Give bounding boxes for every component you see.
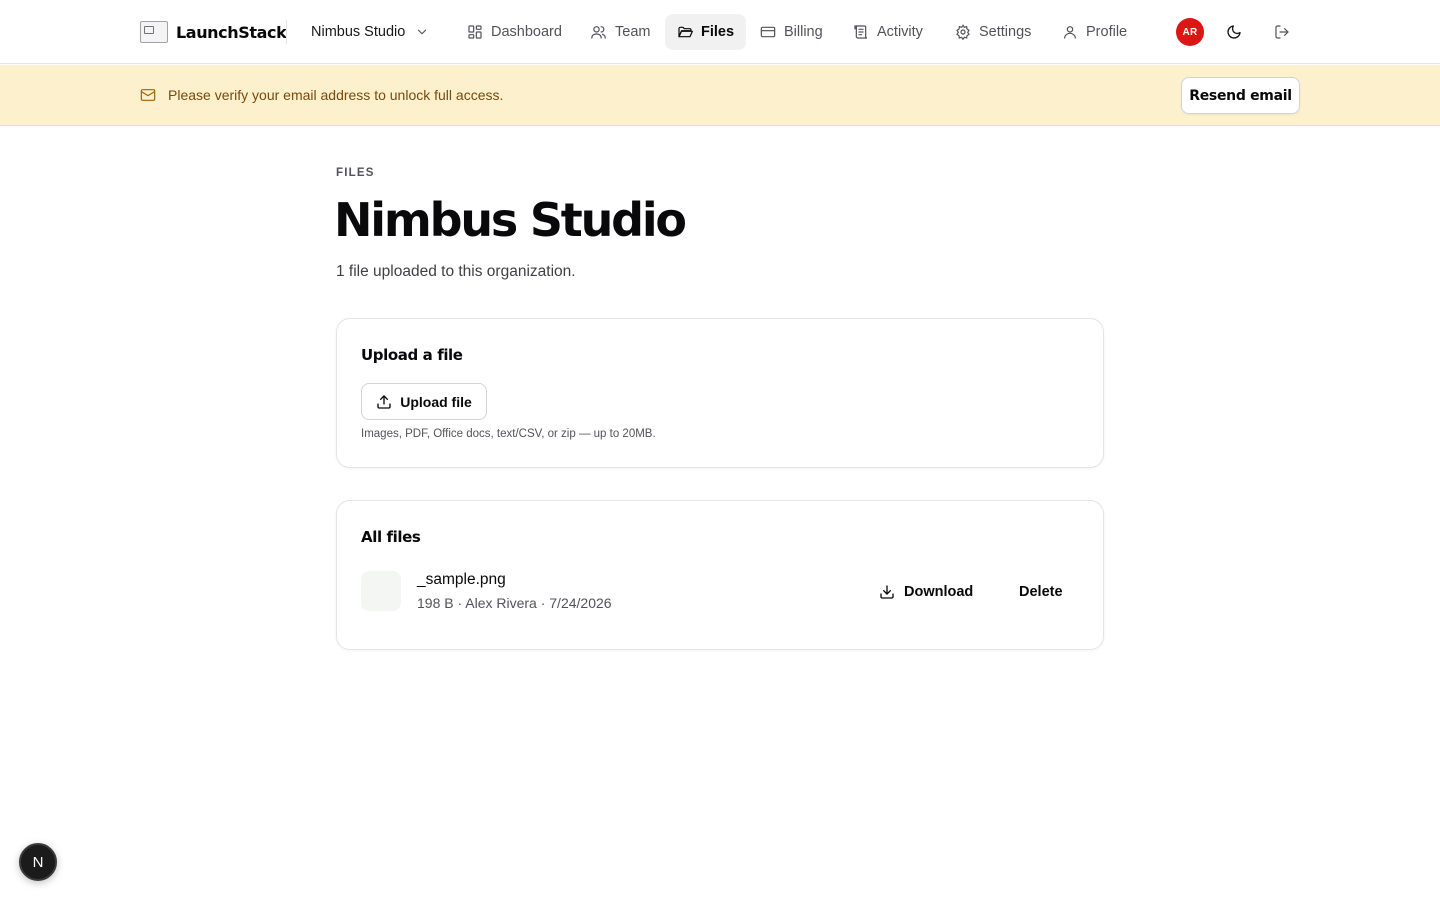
upload-icon <box>377 394 391 409</box>
folder-icon <box>678 26 693 38</box>
nav-billing-label: Billing <box>784 24 823 40</box>
logout-button[interactable] <box>1270 20 1294 44</box>
logout-icon <box>1275 25 1289 39</box>
download-icon <box>880 585 894 599</box>
banner-message: Please verify your email address to unlo… <box>168 87 504 103</box>
banner-message-row: Please verify your email address to unlo… <box>140 87 503 103</box>
credit-card-icon <box>760 26 776 38</box>
nav-profile-label: Profile <box>1086 24 1128 40</box>
top-navbar: LaunchStack Nimbus Studio Dashboard Team… <box>0 0 1440 64</box>
org-switcher-label: Nimbus Studio <box>311 24 406 40</box>
file-name: _sample.png <box>417 571 506 588</box>
page-title: Nimbus Studio <box>334 193 687 247</box>
email-verification-banner: Please verify your email address to unlo… <box>0 65 1440 126</box>
user-icon <box>1064 26 1076 39</box>
broken-logo-image-icon <box>140 21 168 43</box>
header-divider <box>286 20 287 44</box>
nav-settings-label: Settings <box>979 24 1032 40</box>
download-button-label: Download <box>904 584 974 600</box>
nav-team[interactable]: Team <box>578 14 662 50</box>
brand-name: LaunchStack <box>176 22 287 42</box>
upload-card-title: Upload a file <box>361 346 463 364</box>
mail-icon <box>140 89 156 101</box>
upload-file-button[interactable]: Upload file <box>361 383 487 420</box>
nav-files-label: Files <box>701 24 735 40</box>
theme-toggle-button[interactable] <box>1222 20 1246 44</box>
user-avatar[interactable]: AR <box>1176 18 1204 46</box>
activity-log-icon <box>854 25 868 39</box>
nav-settings[interactable]: Settings <box>943 14 1043 50</box>
org-switcher[interactable]: Nimbus Studio <box>311 20 429 44</box>
page-eyebrow: FILES <box>336 167 375 179</box>
dashboard-icon <box>468 25 482 39</box>
download-button[interactable]: Download <box>867 577 985 607</box>
file-meta: 198 B · Alex Rivera · 7/24/2026 <box>417 595 612 611</box>
nextjs-dev-badge[interactable]: N <box>19 843 57 881</box>
file-thumbnail <box>361 571 401 611</box>
users-icon <box>591 26 606 39</box>
nav-activity[interactable]: Activity <box>841 14 935 50</box>
nav-files[interactable]: Files <box>665 14 747 50</box>
nav-billing[interactable]: Billing <box>748 14 835 50</box>
brand-logo-link[interactable]: LaunchStack <box>140 18 287 46</box>
files-card: All files _sample.png 198 B · Alex River… <box>336 500 1104 650</box>
upload-card: Upload a file Upload file Images, PDF, O… <box>336 318 1104 468</box>
nav-dashboard-label: Dashboard <box>491 24 562 40</box>
upload-hint: Images, PDF, Office docs, text/CSV, or z… <box>361 428 656 440</box>
delete-button[interactable]: Delete <box>1007 577 1075 607</box>
page-subtitle: 1 file uploaded to this organization. <box>336 263 576 280</box>
files-card-title: All files <box>361 528 421 546</box>
nav-activity-label: Activity <box>877 24 923 40</box>
gear-icon <box>956 24 970 40</box>
moon-icon <box>1227 25 1241 39</box>
resend-email-button[interactable]: Resend email <box>1181 77 1300 114</box>
upload-file-button-label: Upload file <box>400 393 472 410</box>
chevron-down-icon <box>415 25 429 39</box>
nav-team-label: Team <box>615 24 651 40</box>
nav-profile[interactable]: Profile <box>1050 14 1139 50</box>
nav-dashboard[interactable]: Dashboard <box>455 14 574 50</box>
